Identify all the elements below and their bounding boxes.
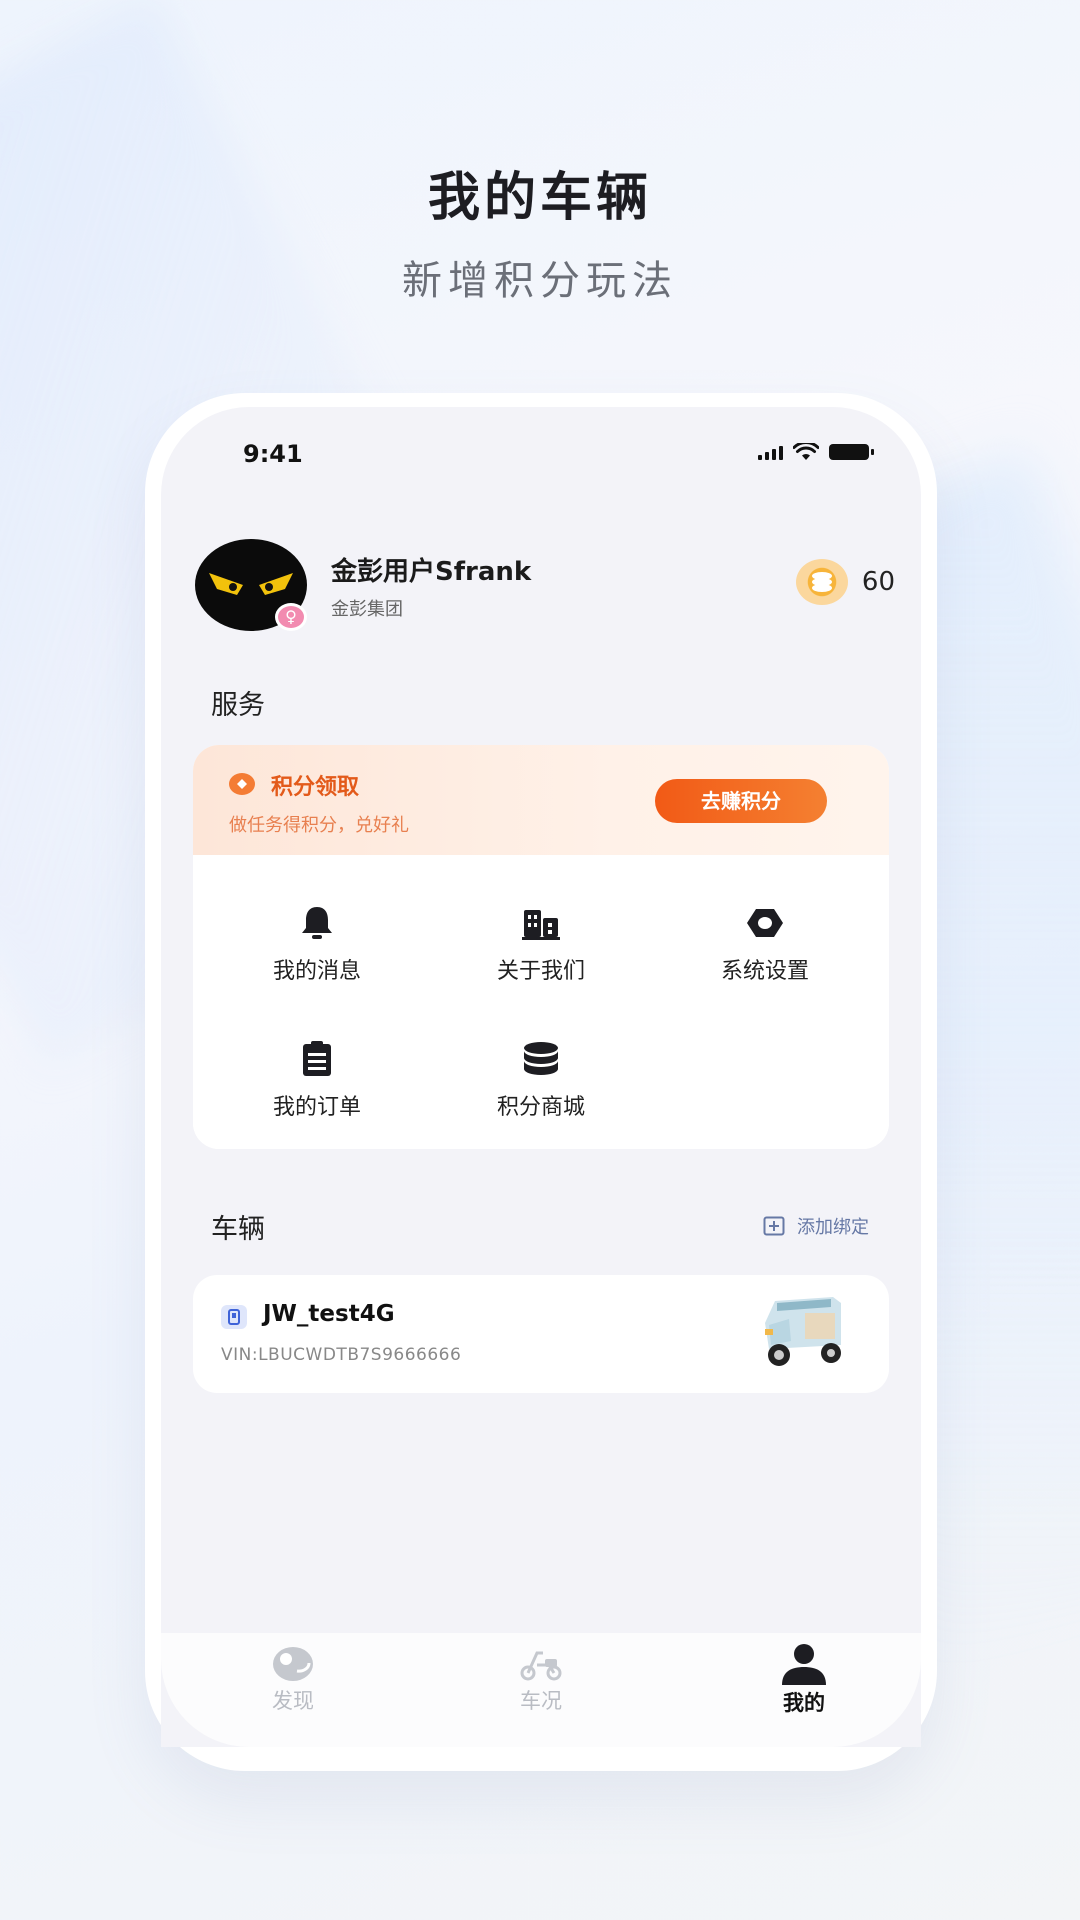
add-binding-button[interactable]: 添加绑定 xyxy=(763,1213,869,1239)
phone-screen: 9:41 ♀ 金彭用户Sfrank 金彭集团 60 服务 积分领取 做任务得积分… xyxy=(161,407,921,1747)
signal-icon xyxy=(758,444,783,460)
status-icons xyxy=(758,443,874,461)
avatar-eyes xyxy=(209,573,293,595)
wifi-icon xyxy=(793,443,819,460)
tab-mine[interactable]: 我的 xyxy=(734,1643,874,1717)
service-item-orders[interactable]: 我的订单 xyxy=(217,1039,417,1139)
service-label: 我的消息 xyxy=(272,959,361,984)
vehicle-name: JW_test4G xyxy=(263,1301,395,1327)
service-grid: 我的消息 关于我们 系统设置 我的订单 积分商城 xyxy=(193,855,889,1149)
service-item-settings[interactable]: 系统设置 xyxy=(665,903,865,1003)
user-name: 金彭用户Sfrank xyxy=(331,557,532,587)
vehicles-section-title: 车辆 xyxy=(211,1214,265,1245)
services-section-title: 服务 xyxy=(211,690,265,721)
diamond-icon xyxy=(229,773,255,795)
service-label: 我的订单 xyxy=(272,1095,361,1120)
battery-icon xyxy=(829,444,874,460)
tab-label: 发现 xyxy=(272,1689,314,1713)
earn-points-button[interactable]: 去赚积分 xyxy=(655,779,827,823)
promo-title: 我的车辆 xyxy=(427,168,652,228)
status-time: 9:41 xyxy=(243,440,303,468)
profile-header: ♀ 金彭用户Sfrank 金彭集团 60 xyxy=(195,539,895,639)
device-icon xyxy=(221,1305,247,1329)
points-value: 60 xyxy=(861,567,895,597)
tricycle-image xyxy=(765,1297,841,1366)
discover-icon xyxy=(273,1647,313,1681)
person-icon xyxy=(782,1644,826,1685)
services-card: 积分领取 做任务得积分，兑好礼 去赚积分 我的消息 关于我们 系统设置 我的订单… xyxy=(193,745,889,1149)
scooter-icon xyxy=(520,1651,562,1681)
gear-icon xyxy=(747,909,783,937)
points-display[interactable]: 60 xyxy=(795,559,895,605)
add-box-icon xyxy=(763,1216,785,1236)
tab-discover[interactable]: 发现 xyxy=(223,1643,363,1715)
clipboard-icon xyxy=(303,1041,331,1076)
coin-icon xyxy=(795,559,848,605)
service-item-points-mall[interactable]: 积分商城 xyxy=(441,1039,641,1139)
building-icon xyxy=(522,910,560,940)
service-label: 关于我们 xyxy=(496,959,585,984)
service-label: 积分商城 xyxy=(496,1095,585,1120)
service-item-about[interactable]: 关于我们 xyxy=(441,903,641,1003)
tab-bar: 发现 车况 我的 xyxy=(161,1633,921,1747)
add-binding-label: 添加绑定 xyxy=(797,1217,869,1238)
vehicle-vin: VIN:LBUCWDTB7S9666666 xyxy=(221,1345,462,1365)
status-bar: 9:41 xyxy=(161,437,921,477)
banner-title: 积分领取 xyxy=(271,775,360,800)
phone-frame: 9:41 ♀ 金彭用户Sfrank 金彭集团 60 服务 积分领取 做任务得积分… xyxy=(145,393,937,1771)
tab-label: 车况 xyxy=(520,1689,562,1713)
coins-icon xyxy=(524,1042,558,1075)
service-label: 系统设置 xyxy=(720,959,809,984)
bell-icon xyxy=(302,907,332,939)
vehicle-card[interactable]: JW_test4G VIN:LBUCWDTB7S9666666 xyxy=(193,1275,889,1393)
user-organization: 金彭集团 xyxy=(331,599,403,620)
promo-subtitle: 新增积分玩法 xyxy=(402,258,678,304)
banner-description: 做任务得积分，兑好礼 xyxy=(229,815,409,836)
female-icon: ♀ xyxy=(275,603,307,631)
points-banner: 积分领取 做任务得积分，兑好礼 去赚积分 xyxy=(193,745,889,855)
tab-vehicle-status[interactable]: 车况 xyxy=(471,1643,611,1715)
service-item-messages[interactable]: 我的消息 xyxy=(217,903,417,1003)
tab-label: 我的 xyxy=(783,1691,825,1715)
